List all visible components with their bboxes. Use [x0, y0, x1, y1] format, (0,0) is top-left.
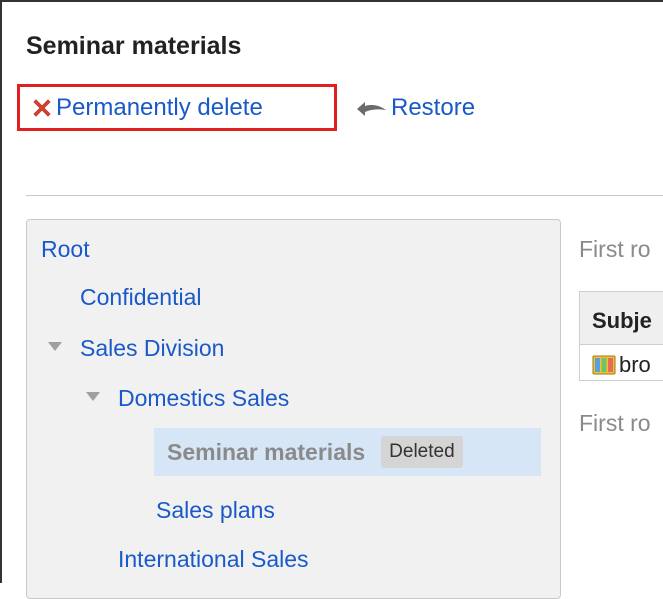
table-cell-subject: bro	[619, 352, 651, 377]
first-row-text-top: First ro	[579, 236, 651, 262]
tree-node-domestics-sales[interactable]: Domestics Sales	[118, 385, 289, 412]
tree-node-root[interactable]: Root	[41, 236, 90, 263]
first-row-text-bottom: First ro	[579, 410, 651, 436]
permanently-delete-label: Permanently delete	[56, 93, 263, 121]
caret-down-icon[interactable]	[86, 392, 100, 401]
caret-down-icon[interactable]	[48, 342, 62, 351]
x-icon	[31, 97, 53, 119]
window-border-top	[0, 0, 663, 2]
file-table: Subje bro	[579, 291, 663, 381]
tree-node-international-sales[interactable]: International Sales	[118, 546, 309, 573]
restore-icon	[355, 99, 389, 117]
tree-node-seminar-materials-label: Seminar materials	[167, 438, 366, 465]
folder-tree-panel	[26, 219, 561, 599]
tree-node-seminar-materials[interactable]: Seminar materials Deleted	[154, 428, 541, 476]
page-title: Seminar materials	[26, 32, 242, 60]
tree-node-sales-division[interactable]: Sales Division	[80, 335, 224, 362]
permanently-delete-button[interactable]: Permanently delete	[17, 84, 337, 131]
tree-node-sales-plans[interactable]: Sales plans	[156, 497, 275, 524]
table-header-subject[interactable]: Subje	[580, 292, 663, 345]
tree-node-confidential[interactable]: Confidential	[80, 284, 201, 311]
restore-button[interactable]: Restore	[355, 93, 475, 123]
status-badge: Deleted	[381, 436, 463, 468]
table-row[interactable]: bro	[592, 352, 651, 378]
window-border-left	[0, 0, 2, 583]
divider	[26, 195, 663, 196]
binder-icon	[592, 354, 616, 376]
restore-label: Restore	[391, 94, 476, 121]
